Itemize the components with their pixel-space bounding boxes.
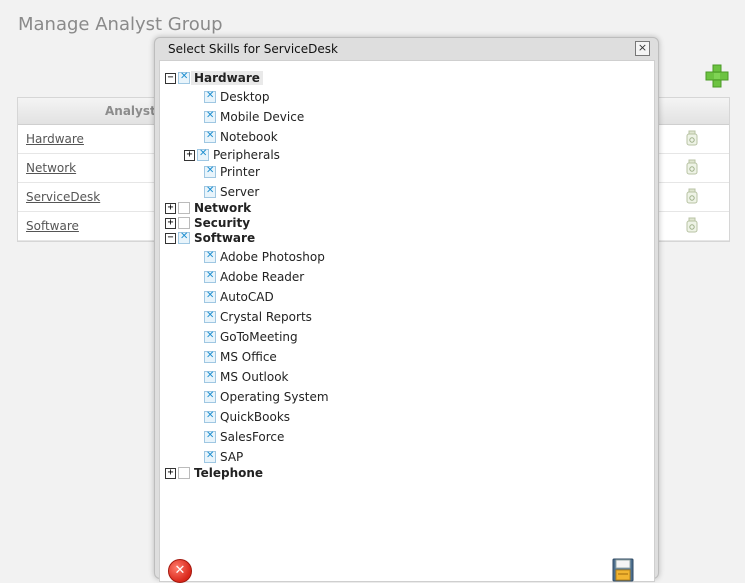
group-link-servicedesk[interactable]: ServiceDesk xyxy=(26,190,100,204)
checkbox-hardware[interactable] xyxy=(178,71,190,84)
cancel-button[interactable]: ✕ xyxy=(168,559,192,583)
tree-label-notebook[interactable]: Notebook xyxy=(220,130,278,144)
trash-icon[interactable] xyxy=(685,130,699,146)
expand-icon[interactable]: + xyxy=(165,203,176,214)
tree-label-adobe-photoshop[interactable]: Adobe Photoshop xyxy=(220,250,325,264)
tree-label-autocad[interactable]: AutoCAD xyxy=(220,290,274,304)
tree-label-network[interactable]: Network xyxy=(194,201,251,215)
group-link-software[interactable]: Software xyxy=(26,219,79,233)
expand-icon[interactable]: + xyxy=(165,468,176,479)
floppy-disk-icon[interactable] xyxy=(612,558,634,582)
checkbox-autocad[interactable] xyxy=(204,290,216,303)
checkbox-sap[interactable] xyxy=(204,450,216,463)
checkbox-peripherals[interactable] xyxy=(197,148,209,161)
collapse-icon[interactable]: − xyxy=(165,73,176,84)
expand-icon[interactable]: + xyxy=(184,150,195,161)
checkbox-security[interactable] xyxy=(178,217,190,229)
tree-label-quickbooks[interactable]: QuickBooks xyxy=(220,410,290,424)
trash-icon[interactable] xyxy=(685,159,699,175)
checkbox-ms-office[interactable] xyxy=(204,350,216,363)
checkbox-adobe-reader[interactable] xyxy=(204,270,216,283)
tree-label-printer[interactable]: Printer xyxy=(220,165,260,179)
checkbox-server[interactable] xyxy=(204,185,216,198)
trash-icon[interactable] xyxy=(685,188,699,204)
dialog-body: − Hardware Desktop Mobile Device Notebook + Pe… xyxy=(159,60,655,583)
group-link-network[interactable]: Network xyxy=(26,161,76,175)
checkbox-software[interactable] xyxy=(178,231,190,244)
tree-label-ms-office[interactable]: MS Office xyxy=(220,350,277,364)
trash-icon[interactable] xyxy=(685,217,699,233)
tree-label-ms-outlook[interactable]: MS Outlook xyxy=(220,370,289,384)
dialog-title: Select Skills for ServiceDesk xyxy=(168,42,338,56)
tree-label-software[interactable]: Software xyxy=(194,231,255,245)
collapse-icon[interactable]: − xyxy=(165,233,176,244)
group-link-hardware[interactable]: Hardware xyxy=(26,132,84,146)
column-header-analyst[interactable]: Analyst xyxy=(105,104,156,118)
tree-label-crystal-reports[interactable]: Crystal Reports xyxy=(220,310,312,324)
tree-label-gotomeeting[interactable]: GoToMeeting xyxy=(220,330,298,344)
checkbox-printer[interactable] xyxy=(204,165,216,178)
checkbox-notebook[interactable] xyxy=(204,130,216,143)
tree-label-salesforce[interactable]: SalesForce xyxy=(220,430,284,444)
checkbox-crystal-reports[interactable] xyxy=(204,310,216,323)
tree-label-operating-system[interactable]: Operating System xyxy=(220,390,329,404)
tree-label-adobe-reader[interactable]: Adobe Reader xyxy=(220,270,304,284)
close-icon[interactable]: × xyxy=(635,41,650,56)
checkbox-telephone[interactable] xyxy=(178,467,190,479)
expand-icon[interactable]: + xyxy=(165,218,176,229)
tree-label-security[interactable]: Security xyxy=(194,216,250,230)
checkbox-gotomeeting[interactable] xyxy=(204,330,216,343)
tree-label-server[interactable]: Server xyxy=(220,185,259,199)
plus-icon[interactable] xyxy=(704,63,730,89)
checkbox-mobile-device[interactable] xyxy=(204,110,216,123)
checkbox-adobe-photoshop[interactable] xyxy=(204,250,216,263)
checkbox-operating-system[interactable] xyxy=(204,390,216,403)
tree-label-desktop[interactable]: Desktop xyxy=(220,90,270,104)
checkbox-ms-outlook[interactable] xyxy=(204,370,216,383)
tree-label-telephone[interactable]: Telephone xyxy=(194,466,263,480)
tree-label-sap[interactable]: SAP xyxy=(220,450,243,464)
tree-label-mobile-device[interactable]: Mobile Device xyxy=(220,110,304,124)
select-skills-dialog: Select Skills for ServiceDesk × − Hardwar… xyxy=(154,37,659,583)
checkbox-salesforce[interactable] xyxy=(204,430,216,443)
tree-label-peripherals[interactable]: Peripherals xyxy=(213,148,280,162)
checkbox-network[interactable] xyxy=(178,202,190,214)
checkbox-desktop[interactable] xyxy=(204,90,216,103)
tree-label-hardware[interactable]: Hardware xyxy=(191,71,263,85)
checkbox-quickbooks[interactable] xyxy=(204,410,216,423)
page-title: Manage Analyst Group xyxy=(18,14,223,35)
